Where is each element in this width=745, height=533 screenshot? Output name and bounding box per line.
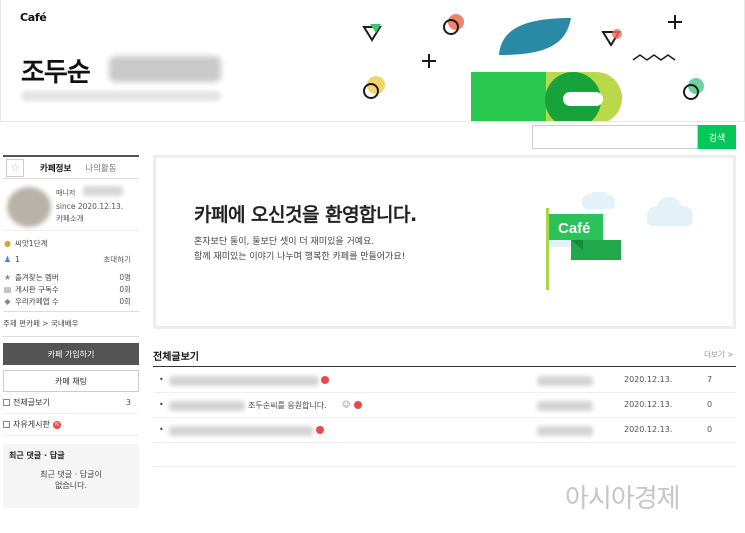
menu-label[interactable]: 자유게시판: [13, 419, 50, 430]
table-row[interactable]: • 2020.12.13. 7: [153, 369, 736, 393]
sidebar-tabs: ☆ 카페정보 나의활동: [3, 155, 139, 179]
recent-comments-empty: 최근 댓글 · 답글이 없습니다.: [9, 469, 133, 491]
star-small-icon: ★: [3, 272, 12, 282]
post-date: 2020.12.13.: [624, 375, 673, 384]
tab-my-activity[interactable]: 나의활동: [85, 162, 116, 174]
posts-end-divider: [153, 466, 736, 467]
post-date: 2020.12.13.: [624, 425, 673, 434]
bullet-icon: •: [159, 425, 164, 434]
sidebar: ☆ 카페정보 나의활동 매니저 since 2020.12.13. 카페소개 ●…: [3, 155, 139, 508]
blurred-post-title: [169, 401, 245, 411]
blurred-author: [537, 426, 593, 436]
menu-count: 3: [125, 398, 131, 407]
search-input[interactable]: [532, 125, 698, 149]
posts-divider: [153, 366, 736, 367]
welcome-line-2: 함께 재미있는 이야기 나누며 행복한 카페를 만들어가요!: [194, 252, 406, 262]
stat-label: 게시판 구독수: [15, 284, 59, 294]
board-icon: [3, 421, 10, 428]
manager-profile: 매니저 since 2020.12.13. 카페소개: [3, 179, 139, 231]
since-date: since 2020.12.13.: [56, 202, 124, 211]
watermark: 아시아경제: [565, 484, 681, 514]
stat-label: 우리카페앱 수: [15, 296, 59, 306]
flag-label: Café: [558, 220, 591, 237]
blurred-author: [537, 401, 593, 411]
blurred-author: [537, 376, 593, 386]
blurred-manager-name: [83, 186, 123, 196]
blurred-cafe-url: [21, 91, 221, 101]
post-date: 2020.12.13.: [624, 400, 673, 409]
stat-app-count: ◆ 우리카페앱 수 0회: [3, 295, 139, 307]
welcome-title: 카페에 오신것을 환영합니다.: [194, 204, 417, 226]
app-icon: ◆: [4, 296, 11, 306]
posts-section-title[interactable]: 전체글보기: [153, 348, 199, 363]
invite-link[interactable]: 초대하기: [103, 254, 131, 265]
avatar: [7, 187, 51, 227]
menu-all-posts[interactable]: 전체글보기 3: [3, 392, 139, 414]
recent-comments-title: 최근 댓글 · 답글: [9, 451, 65, 460]
cafe-intro-link[interactable]: 카페소개: [56, 213, 84, 224]
members-icon: ♟: [3, 254, 12, 264]
bullet-icon: •: [159, 400, 164, 409]
search-button[interactable]: 검색: [698, 125, 736, 149]
posts-more-link[interactable]: 더보기 >: [704, 349, 733, 360]
level-label[interactable]: 씨앗1단계: [15, 238, 47, 249]
stat-board-subscriptions: ▤ 게시판 구독수 0회: [3, 283, 139, 295]
tab-cafe-info[interactable]: 카페정보: [40, 162, 71, 174]
header-decoration: [362, 14, 704, 121]
table-row[interactable]: • 조두순씨를 응원합니다. ☺ 2020.12.13. 0: [153, 394, 736, 418]
menu-free-board[interactable]: 자유게시판 N: [3, 414, 139, 436]
cafe-chat-button[interactable]: 카페 채팅: [3, 370, 139, 392]
stat-value: 0명: [119, 272, 131, 282]
seed-icon: ●: [4, 238, 11, 248]
post-views: 7: [707, 375, 713, 384]
stat-value: 0회: [119, 284, 131, 294]
manager-label: 매니저: [56, 189, 76, 197]
table-row[interactable]: • 2020.12.13. 0: [153, 419, 736, 443]
star-icon[interactable]: ☆: [6, 158, 24, 177]
member-count-row: ♟ 1 초대하기: [3, 253, 139, 265]
new-badge-icon: N: [52, 420, 61, 429]
blurred-post-title: [169, 376, 319, 386]
board-icon: ▤: [3, 284, 12, 294]
cafe-logo[interactable]: Café: [20, 11, 47, 24]
blurred-post-title: [169, 426, 313, 436]
cafe-header: Café 조두순: [0, 0, 745, 122]
recent-comments-box: 최근 댓글 · 답글 최근 댓글 · 답글이 없습니다.: [3, 444, 139, 508]
cafe-level: ● 씨앗1단계: [3, 237, 139, 249]
new-badge-icon: [354, 401, 362, 409]
welcome-line-1: 혼자보단 둘이, 둘보단 셋이 더 재미있을 거예요.: [194, 237, 375, 247]
emoji-icon: ☺: [342, 400, 351, 409]
new-badge-icon: [316, 426, 324, 434]
blurred-cafe-name: [109, 56, 221, 82]
menu-label[interactable]: 전체글보기: [13, 397, 50, 408]
member-count[interactable]: 1: [15, 255, 20, 264]
post-views: 0: [707, 425, 713, 434]
post-title[interactable]: 조두순씨를 응원합니다.: [248, 400, 327, 411]
board-icon: [3, 399, 10, 406]
join-cafe-button[interactable]: 카페 가입하기: [3, 343, 139, 365]
recent-empty-line-2: 없습니다.: [55, 481, 87, 490]
stat-favorite-members: ★ 즐겨찾는 멤버 0명: [3, 271, 139, 283]
cafe-topic[interactable]: 주제 편카페 > 국내배우: [3, 311, 139, 337]
recent-empty-line-1: 최근 댓글 · 답글이: [40, 470, 102, 479]
new-badge-icon: [321, 376, 329, 384]
cafe-flag-icon: Café: [546, 192, 693, 290]
bullet-icon: •: [159, 375, 164, 384]
cafe-name-prefix[interactable]: 조두순: [21, 52, 91, 89]
stat-label: 즐겨찾는 멤버: [15, 272, 59, 282]
stat-value: 0회: [119, 296, 131, 306]
welcome-banner: 카페에 오신것을 환영합니다. 혼자보단 둘이, 둘보단 셋이 더 재미있을 거…: [153, 155, 736, 329]
post-views: 0: [707, 400, 713, 409]
